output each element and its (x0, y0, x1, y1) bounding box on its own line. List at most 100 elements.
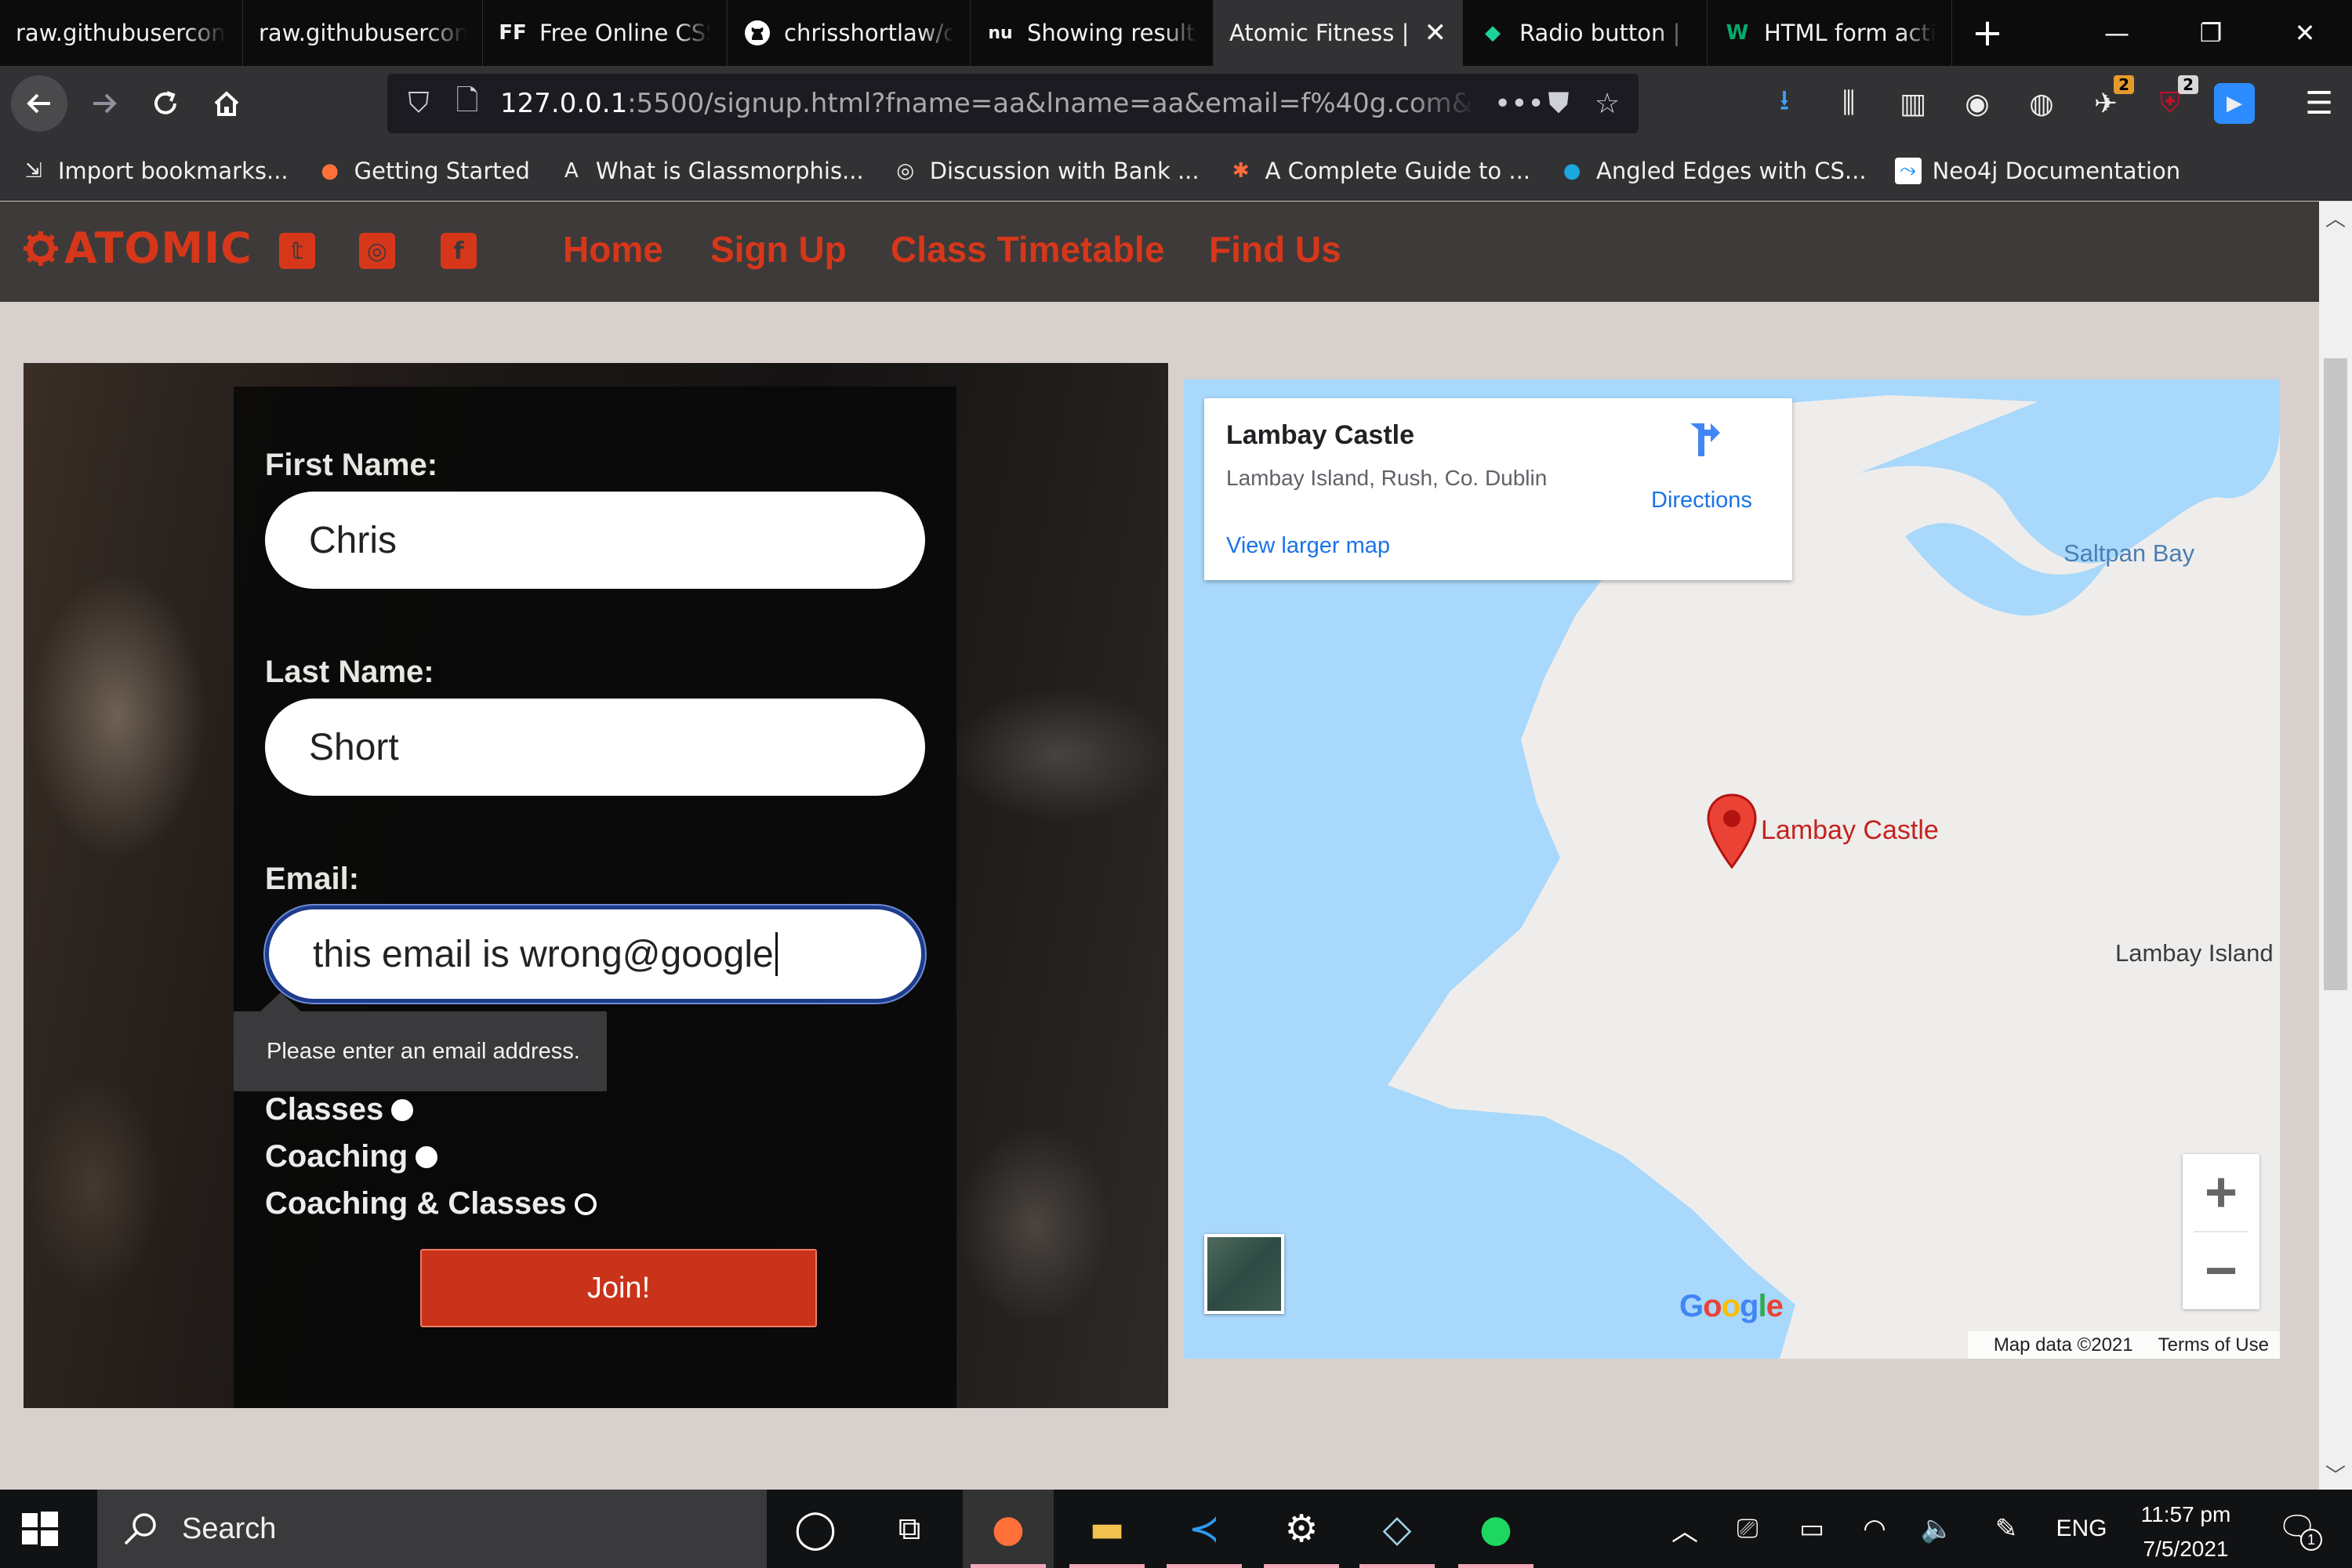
google-map[interactable]: Lambay Castle Lambay Island, Rush, Co. D… (1184, 379, 2280, 1359)
back-button[interactable] (11, 75, 67, 132)
bookmark-item[interactable]: ● Angled Edges with CS... (1559, 158, 1867, 184)
satellite-toggle[interactable] (1204, 1234, 1284, 1314)
nav-class-timetable[interactable]: Class Timetable (891, 228, 1164, 270)
account-icon[interactable]: ◉ (1957, 83, 1998, 124)
extension-count-badge: 2 (2114, 75, 2134, 94)
notes-app-icon[interactable]: ◇ (1352, 1490, 1443, 1568)
nav-home[interactable]: Home (563, 228, 663, 270)
radio-button[interactable] (574, 1192, 597, 1215)
meet-now-icon[interactable]: ⎚ (1730, 1490, 1766, 1568)
radio-classes[interactable]: Classes (265, 1092, 414, 1127)
url-text[interactable]: 127.0.0.1:5500/signup.html?fname=aa&lnam… (500, 88, 1477, 119)
validation-tooltip: Please enter an email address. (234, 1011, 607, 1091)
pocket-icon[interactable]: ⛊ (1543, 87, 1574, 120)
browser-tab[interactable]: nu Showing results (971, 0, 1214, 66)
map-data-credit: Map data ©2021 (1993, 1334, 2133, 1356)
instagram-icon[interactable]: ◎ (359, 233, 395, 269)
browser-tab[interactable]: raw.githubusercont (243, 0, 483, 66)
restore-icon[interactable]: ❐ (2164, 0, 2258, 66)
scroll-up-icon[interactable]: ︿ (2319, 201, 2352, 233)
downloads-icon[interactable]: ⭳ (1764, 83, 1805, 124)
radio-button[interactable] (391, 1098, 414, 1121)
new-tab-button[interactable]: + (1952, 0, 2023, 66)
taskbar-search[interactable]: Search (97, 1490, 767, 1568)
search-icon (124, 1513, 156, 1545)
browser-tab[interactable]: FF Free Online CSS (483, 0, 728, 66)
extension-icon[interactable]: ◍ (2021, 83, 2062, 124)
forward-arrow-icon (93, 93, 117, 114)
shield-icon[interactable]: ⛉ (403, 87, 434, 120)
terms-of-use-link[interactable]: Terms of Use (2158, 1334, 2269, 1356)
extension-badge-icon[interactable]: ✈ 2 (2085, 75, 2134, 124)
view-larger-map-link[interactable]: View larger map (1226, 533, 1390, 559)
scrollbar-thumb[interactable] (2324, 358, 2347, 990)
spotify-icon[interactable]: ● (1450, 1490, 1541, 1568)
sidebar-icon[interactable]: ▥ (1893, 83, 1933, 124)
join-button[interactable]: Join! (420, 1249, 817, 1327)
bookmark-item[interactable]: ⇲ Import bookmarks... (20, 158, 289, 184)
browser-tab[interactable]: W HTML form acti (1708, 0, 1952, 66)
close-window-icon[interactable]: ✕ (2258, 0, 2352, 66)
vscode-icon[interactable]: ≺ (1159, 1490, 1250, 1568)
bookmark-item[interactable]: ✱ A Complete Guide to ... (1228, 158, 1530, 184)
twitter-icon[interactable]: 𝕥 (279, 233, 315, 269)
windows-start-icon[interactable] (17, 1507, 61, 1551)
page-icon: 🗋 (456, 84, 479, 117)
system-clock[interactable]: 11:57 pm 7/5/2021 (2123, 1497, 2249, 1566)
radio-button[interactable] (416, 1145, 438, 1168)
scroll-down-icon[interactable]: ﹀ (2319, 1458, 2352, 1490)
reload-button[interactable] (140, 78, 191, 129)
directions-icon[interactable] (1684, 420, 1723, 459)
radio-coaching[interactable]: Coaching (265, 1139, 438, 1174)
file-explorer-icon[interactable]: ▬ (1062, 1490, 1152, 1568)
tray-overflow-icon[interactable]: ︿ (1667, 1490, 1703, 1568)
bookmark-star-icon[interactable]: ☆ (1592, 88, 1623, 120)
nav-sign-up[interactable]: Sign Up (710, 228, 847, 270)
bookmark-item[interactable]: ● Getting Started (317, 158, 530, 184)
browser-tab[interactable]: ◆ Radio button | (1463, 0, 1708, 66)
nu-icon: nu (988, 23, 1013, 43)
hamburger-menu-icon[interactable]: ☰ (2297, 82, 2341, 125)
home-button[interactable] (201, 78, 252, 129)
browser-tab[interactable]: raw.githubusercont (0, 0, 243, 66)
close-tab-icon[interactable]: ✕ (1425, 17, 1447, 49)
url-bar[interactable]: ⛉ 🗋 127.0.0.1:5500/signup.html?fname=aa&… (387, 74, 1639, 133)
firefox-taskbar-icon[interactable]: ● (963, 1490, 1054, 1568)
browser-tab-active[interactable]: Atomic Fitness | ✕ (1214, 0, 1463, 66)
page-scrollbar[interactable]: ︿ ﹀ (2319, 201, 2352, 1490)
bookmark-item[interactable]: ⤳ Neo4j Documentation (1894, 157, 2180, 184)
notification-center-icon[interactable]: 🗨 1 (2274, 1504, 2322, 1551)
facebook-icon[interactable]: f (441, 233, 477, 269)
minimize-icon[interactable]: — (2070, 0, 2164, 66)
last-name-input[interactable]: Short (265, 699, 925, 796)
battery-icon[interactable]: ▭ (1792, 1490, 1831, 1568)
map-marker-label[interactable]: Lambay Castle (1761, 815, 1939, 846)
page-actions-icon[interactable]: ••• (1494, 88, 1544, 120)
tab-title: Showing results (1027, 20, 1197, 46)
bookmark-item[interactable]: ◎ Discussion with Bank ... (892, 158, 1199, 184)
pen-icon[interactable]: ✎ (1987, 1490, 2026, 1568)
map-marker-icon[interactable] (1706, 793, 1758, 869)
task-view-icon[interactable]: ⧉ (864, 1490, 955, 1568)
window-controls: — ❐ ✕ (2070, 0, 2352, 66)
library-icon[interactable]: ⫼ (1828, 83, 1869, 124)
a-icon: A (564, 158, 579, 183)
zoom-in-button[interactable]: + (2183, 1154, 2259, 1231)
browser-tab[interactable]: chrisshortlaw/c (728, 0, 971, 66)
wifi-icon[interactable]: ◠ (1855, 1490, 1894, 1568)
language-indicator[interactable]: ENG (2054, 1490, 2109, 1568)
site-logo[interactable]: ATOMIC (22, 223, 252, 273)
ublock-icon[interactable]: ⛨ 2 (2150, 75, 2198, 124)
email-input[interactable]: this email is wrong@google (265, 906, 925, 1003)
radio-coaching-classes[interactable]: Coaching & Classes (265, 1186, 597, 1221)
directions-link[interactable]: Directions (1651, 488, 1752, 514)
settings-gear-icon[interactable]: ⚙ (1256, 1490, 1347, 1568)
first-name-input[interactable]: Chris (265, 492, 925, 589)
volume-icon[interactable]: 🔈 (1918, 1490, 1957, 1568)
forward-button[interactable] (78, 78, 130, 129)
cortana-icon[interactable]: ◯ (770, 1490, 861, 1568)
zoom-out-button[interactable]: − (2183, 1232, 2259, 1309)
zoom-meeting-icon[interactable]: ▶ (2214, 83, 2255, 124)
bookmark-item[interactable]: A What is Glassmorphis... (558, 158, 864, 184)
nav-find-us[interactable]: Find Us (1209, 228, 1341, 270)
